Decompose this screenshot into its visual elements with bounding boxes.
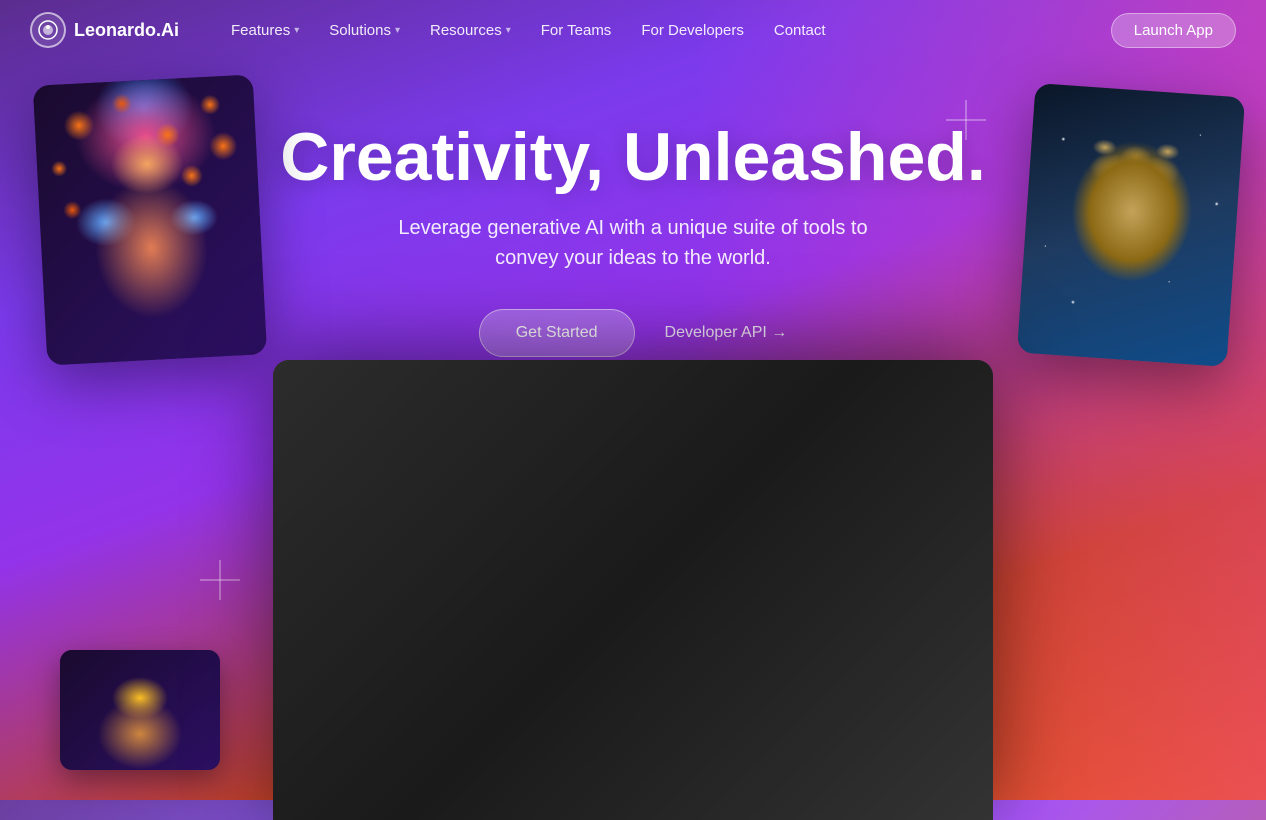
nav-for-teams[interactable]: For Teams xyxy=(529,16,624,45)
bottom-left-content xyxy=(60,650,220,770)
chevron-down-icon: ▾ xyxy=(294,25,299,36)
community-grid xyxy=(435,760,981,820)
logo-text: Leonardo.Ai xyxy=(74,20,179,41)
app-main-content: Bring your ideas to life One platform, i… xyxy=(423,409,993,820)
hero-image-bottom-left xyxy=(60,650,220,770)
launch-app-button[interactable]: Launch App xyxy=(1111,13,1236,48)
nav-features[interactable]: Features ▾ xyxy=(219,16,311,45)
dev-api-link[interactable]: Developer API → xyxy=(665,324,788,342)
cat-stars xyxy=(1017,83,1245,367)
app-screenshot: Leonardo.Ai L Leonard DV ▾ ✦ Unlimited ⌂… xyxy=(273,360,993,820)
nav-right: Launch App xyxy=(1111,13,1236,48)
chevron-down-icon: ▾ xyxy=(395,25,400,36)
logo[interactable]: Leonardo.Ai xyxy=(30,12,179,48)
logo-icon xyxy=(30,12,66,48)
nav-links: Features ▾ Solutions ▾ Resources ▾ For T… xyxy=(219,16,1111,45)
orange-balls-decoration xyxy=(33,74,267,365)
community-card-5[interactable] xyxy=(878,760,981,820)
nav-resources[interactable]: Resources ▾ xyxy=(418,16,523,45)
hero-image-right xyxy=(1017,83,1245,367)
hero-subtitle: Leverage generative AI with a unique sui… xyxy=(383,213,883,273)
community-card-5-content xyxy=(878,760,981,820)
nav-solutions[interactable]: Solutions ▾ xyxy=(317,16,412,45)
nav-contact[interactable]: Contact xyxy=(762,16,838,45)
cross-decoration-bottom xyxy=(200,560,240,600)
app-body: L Leonard DV ▾ ✦ Unlimited ⌂ Home ⊞ Libr… xyxy=(273,409,993,820)
navbar: Leonardo.Ai Features ▾ Solutions ▾ Resou… xyxy=(0,0,1266,60)
hero-buttons: Get Started Developer API → xyxy=(479,309,788,357)
nav-for-developers[interactable]: For Developers xyxy=(629,16,756,45)
get-started-button[interactable]: Get Started xyxy=(479,309,635,357)
chevron-down-icon: ▾ xyxy=(506,25,511,36)
app-content-area: Featured Guides How to Use STYLEREFERENC… xyxy=(423,563,993,820)
hero-title: Creativity, Unleashed. xyxy=(280,120,985,195)
hero-image-left xyxy=(33,74,267,365)
